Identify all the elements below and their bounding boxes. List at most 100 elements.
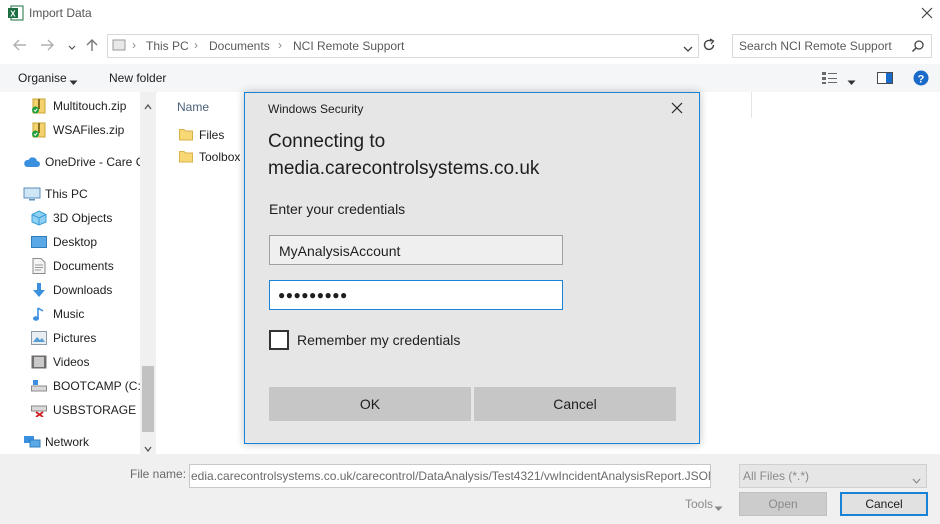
nav-item-label: Documents	[53, 259, 114, 273]
open-button[interactable]: Open	[739, 492, 827, 516]
nav-item-multitouch[interactable]: Multitouch.zip	[0, 95, 140, 117]
heading-line-1: Connecting to	[268, 131, 386, 152]
nav-scrollbar[interactable]	[140, 92, 156, 454]
scroll-thumb[interactable]	[142, 366, 154, 432]
nav-item-label: WSAFiles.zip	[53, 123, 125, 137]
network-icon	[23, 435, 41, 449]
nav-item-downloads[interactable]: Downloads	[0, 279, 140, 301]
forward-arrow-icon[interactable]	[39, 38, 55, 52]
nav-item-pictures[interactable]: Pictures	[0, 327, 140, 349]
nav-item-network[interactable]: Network	[0, 431, 140, 453]
video-icon	[31, 355, 47, 369]
location-icon	[112, 38, 126, 52]
dialog-close-icon[interactable]	[671, 102, 683, 114]
command-toolbar: Organise New folder ?	[0, 64, 940, 93]
credentials-dialog: Windows Security Connecting to media.car…	[244, 92, 700, 444]
dialog-cancel-button[interactable]: Cancel	[474, 387, 676, 421]
nav-item-label: OneDrive - Care C	[45, 155, 145, 169]
excel-icon: X	[8, 5, 24, 21]
ok-button[interactable]: OK	[269, 387, 471, 421]
remember-label[interactable]: Remember my credentials	[297, 332, 460, 348]
nav-item-this-pc[interactable]: This PC	[0, 183, 140, 205]
navigation-pane: Multitouch.zip WSAFiles.zip OneDrive - C…	[0, 92, 156, 454]
address-bar[interactable]: › This PC › Documents › NCI Remote Suppo…	[107, 34, 699, 58]
nav-item-desktop[interactable]: Desktop	[0, 231, 140, 253]
nav-item-label: Videos	[53, 355, 90, 369]
file-name-value: edia.carecontrolsystems.co.uk/carecontro…	[191, 469, 711, 483]
nav-item-onedrive[interactable]: OneDrive - Care C	[0, 151, 144, 173]
folder-icon	[179, 127, 193, 141]
nav-item-videos[interactable]: Videos	[0, 351, 140, 373]
cloud-icon	[23, 155, 41, 169]
address-dropdown-icon[interactable]	[683, 42, 693, 52]
dialog-title: Windows Security	[268, 102, 364, 116]
nav-item-label: Multitouch.zip	[53, 99, 127, 113]
column-divider	[751, 92, 752, 118]
close-icon[interactable]	[920, 6, 934, 20]
nav-item-label: Network	[45, 435, 90, 449]
file-type-select[interactable]: All Files (*.*)	[739, 464, 927, 488]
recent-locations-icon[interactable]	[67, 41, 77, 50]
up-arrow-icon[interactable]	[85, 37, 99, 53]
file-name-input[interactable]: edia.carecontrolsystems.co.uk/carecontro…	[189, 464, 711, 488]
credentials-prompt: Enter your credentials	[269, 201, 406, 217]
cancel-button[interactable]: Cancel	[840, 492, 928, 516]
breadcrumb-this-pc[interactable]: This PC	[146, 39, 189, 53]
password-value: ●●●●●●●●●	[278, 288, 348, 302]
search-input[interactable]: Search NCI Remote Support	[732, 34, 932, 58]
network-drive-icon	[31, 403, 47, 418]
nav-item-music[interactable]: Music	[0, 303, 140, 325]
tools-dropdown-icon[interactable]	[714, 501, 723, 511]
scroll-up-icon[interactable]	[144, 99, 152, 110]
nav-item-usbstorage[interactable]: USBSTORAGE (\\	[0, 399, 150, 421]
file-type-value: All Files (*.*)	[743, 469, 810, 483]
zip-icon	[31, 98, 47, 114]
username-field[interactable]: MyAnalysisAccount	[269, 235, 563, 265]
breadcrumb-separator: ›	[194, 38, 198, 52]
search-icon[interactable]	[911, 39, 925, 53]
organise-chevron-icon[interactable]	[69, 75, 78, 85]
refresh-icon[interactable]	[701, 37, 717, 53]
nav-item-label: This PC	[45, 187, 88, 201]
heading-line-2: media.carecontrolsystems.co.uk	[268, 158, 540, 179]
back-arrow-icon[interactable]	[12, 38, 28, 52]
nav-item-bootcamp[interactable]: BOOTCAMP (C:)	[0, 375, 145, 397]
breadcrumb-separator: ›	[278, 38, 282, 52]
list-item-label: Toolbox	[199, 150, 241, 164]
breadcrumb-separator: ›	[132, 38, 136, 52]
file-name-label: File name:	[130, 467, 187, 481]
scroll-down-icon[interactable]	[144, 441, 152, 453]
nav-item-label: USBSTORAGE (\\	[53, 403, 151, 417]
nav-item-documents[interactable]: Documents	[0, 255, 140, 277]
organise-button[interactable]: Organise	[18, 71, 67, 85]
nav-item-label: BOOTCAMP (C:)	[53, 379, 145, 393]
new-folder-button[interactable]: New folder	[109, 71, 166, 85]
title-bar: X Import Data	[0, 0, 940, 28]
username-value: MyAnalysisAccount	[279, 243, 401, 259]
view-options-icon[interactable]	[822, 71, 840, 85]
column-header-name[interactable]: Name	[177, 100, 209, 114]
zip-icon	[31, 122, 47, 138]
download-icon	[31, 282, 47, 298]
nav-item-label: Pictures	[53, 331, 97, 345]
view-dropdown-icon[interactable]	[847, 75, 856, 85]
drive-icon	[31, 379, 47, 393]
nav-item-label: 3D Objects	[53, 211, 113, 225]
password-field[interactable]: ●●●●●●●●●	[269, 280, 563, 310]
svg-text:?: ?	[918, 73, 925, 85]
dialog-heading: Connecting to media.carecontrolsystems.c…	[268, 128, 539, 182]
help-icon[interactable]: ?	[913, 70, 929, 86]
breadcrumb-nci-remote-support[interactable]: NCI Remote Support	[293, 39, 404, 53]
breadcrumb-documents[interactable]: Documents	[209, 39, 270, 53]
nav-item-wsafiles[interactable]: WSAFiles.zip	[0, 119, 140, 141]
cube-icon	[31, 210, 47, 226]
nav-item-label: Music	[53, 307, 85, 321]
desktop-icon	[31, 235, 47, 249]
remember-checkbox[interactable]	[269, 330, 289, 350]
list-item-label: Files	[199, 128, 225, 142]
nav-item-3d-objects[interactable]: 3D Objects	[0, 207, 140, 229]
preview-pane-icon[interactable]	[877, 71, 893, 85]
tools-button[interactable]: Tools	[685, 497, 713, 511]
document-icon	[32, 258, 46, 274]
file-type-dropdown-icon[interactable]	[912, 473, 921, 484]
